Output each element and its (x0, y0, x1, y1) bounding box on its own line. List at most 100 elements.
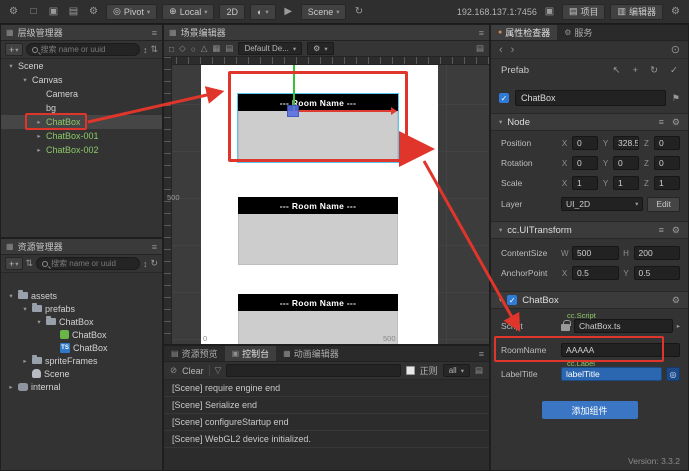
chevron-right-icon[interactable]: ▸ (21, 357, 29, 365)
chatbox-001-node-visual[interactable]: --- Room Name --- (238, 197, 398, 265)
regex-checkbox[interactable] (405, 366, 415, 375)
grid-visibility-icon[interactable]: ▦ (212, 43, 220, 54)
chevron-right-icon[interactable]: ▸ (7, 383, 15, 391)
gizmo-y-axis[interactable] (293, 63, 295, 111)
asset-folder-prefabs[interactable]: ▾ prefabs (1, 302, 162, 315)
hierarchy-node-canvas[interactable]: ▾ Canvas (1, 73, 162, 87)
chatbox-002-node-visual[interactable]: --- Room Name --- (238, 294, 398, 344)
edit-layer-button[interactable]: Edit (647, 196, 680, 212)
asset-folder-assets[interactable]: ▾ assets (1, 289, 162, 302)
uitransform-gear-icon[interactable]: ⚙ (672, 225, 680, 236)
hierarchy-node-chatbox-002[interactable]: ▸ ChatBox-002 (1, 143, 162, 157)
roomname-input[interactable]: AAAAA (561, 343, 680, 357)
chevron-down-icon[interactable]: ▾ (35, 318, 43, 326)
chevron-down-icon[interactable]: ▾ (499, 226, 502, 234)
asset-folder-chatbox[interactable]: ▾ ChatBox (1, 315, 162, 328)
tab-services[interactable]: ⚙ 服务 (557, 25, 599, 40)
display-icon[interactable]: ▤ (66, 4, 81, 19)
uitransform-menu-icon[interactable]: ≡ (659, 225, 664, 236)
mode-2d-button[interactable]: 2D (219, 3, 245, 20)
gizmo-xy-plane-handle[interactable] (287, 105, 299, 117)
open-editor-button[interactable]: ▥ 编辑器 (610, 3, 663, 20)
preferences-icon[interactable]: ⚙ (86, 4, 101, 19)
scene-settings-dropdown[interactable]: ⚙ ▾ (307, 42, 334, 55)
position-z-input[interactable]: 0 (654, 136, 680, 150)
scale-z-input[interactable]: 1 (654, 176, 680, 190)
sort-assets-icon[interactable]: ⇅ (26, 258, 34, 269)
node-name-input[interactable]: ChatBox (515, 90, 666, 106)
console-filter[interactable] (226, 364, 401, 377)
caret-right-icon[interactable]: ▸ (677, 322, 680, 330)
asset-prefab-chatbox[interactable]: ChatBox (1, 328, 162, 341)
node-active-checkbox[interactable]: ✓ (499, 93, 509, 103)
node-menu-icon[interactable]: ≡ (659, 117, 664, 128)
tab-inspector[interactable]: ● 属性检查器 (491, 25, 558, 40)
contentsize-h-input[interactable]: 200 (633, 246, 680, 260)
scale-y-input[interactable]: 1 (613, 176, 639, 190)
refresh-assets-icon[interactable]: ↻ (150, 258, 158, 269)
hierarchy-search-input[interactable] (40, 45, 134, 54)
rotation-z-input[interactable]: 0 (654, 156, 680, 170)
clear-label[interactable]: Clear (182, 366, 204, 376)
scene-menu-icon[interactable]: ≡ (479, 28, 484, 38)
expand-icon[interactable]: □ (26, 4, 41, 19)
export-log-icon[interactable]: ▤ (475, 365, 483, 376)
chevron-down-icon[interactable]: ▾ (21, 76, 29, 84)
scene-viewport[interactable]: 500 --- Room Name --- --- Room Name --- (164, 57, 489, 344)
console-filter-input[interactable] (227, 365, 400, 376)
anchorpoint-x-input[interactable]: 0.5 (572, 266, 619, 280)
hierarchy-node-chatbox[interactable]: ▸ ChatBox (1, 113, 162, 130)
gizmo-x-axis[interactable] (299, 110, 391, 112)
rotate-snap-icon[interactable]: ◇ (179, 43, 186, 54)
tab-asset-preview[interactable]: ▤ 资源预览 (164, 346, 225, 361)
hierarchy-menu-icon[interactable]: ≡ (152, 28, 157, 38)
hierarchy-search[interactable] (25, 43, 140, 56)
prefab-locate-icon[interactable]: + (633, 65, 639, 76)
globe-dropdown[interactable]: ◐ ▾ (249, 3, 276, 20)
scene-canvas[interactable]: --- Room Name --- --- Room Name --- --- … (201, 63, 438, 344)
script-reference-field[interactable]: ChatBox.ts (574, 319, 673, 333)
labeltitle-reference-field[interactable]: labelTitle (561, 367, 662, 381)
hierarchy-node-chatbox-001[interactable]: ▸ ChatBox-001 (1, 129, 162, 143)
component-gear-icon[interactable]: ⚙ (672, 295, 680, 306)
clear-console-icon[interactable]: ⊘ (170, 365, 177, 376)
create-asset-button[interactable]: + ▾ (5, 257, 23, 270)
console-log-list[interactable]: [Scene] require engine end [Scene] Seria… (164, 380, 489, 470)
chevron-down-icon[interactable]: ▾ (7, 292, 15, 300)
position-y-input[interactable]: 328.5 (613, 136, 639, 150)
grid-snap-icon[interactable]: □ (169, 44, 174, 54)
assets-search-input[interactable] (51, 259, 134, 268)
chevron-down-icon[interactable]: ▾ (499, 118, 502, 126)
rotation-x-input[interactable]: 0 (572, 156, 598, 170)
prefab-apply-icon[interactable]: ✓ (670, 65, 678, 76)
layer-dropdown[interactable]: UI_2D ▾ (561, 197, 644, 211)
refresh-icon[interactable]: ↻ (351, 4, 366, 19)
bookmark-icon[interactable]: ⚑ (672, 93, 680, 104)
preview-url[interactable]: 192.168.137.1:7456 (457, 7, 537, 17)
scale-x-input[interactable]: 1 (572, 176, 598, 190)
asset-folder-spriteframes[interactable]: ▸ spriteFrames (1, 354, 162, 367)
gizmo-icon[interactable]: ▤ (225, 43, 233, 54)
add-component-button[interactable]: 添加组件 (541, 401, 638, 419)
hierarchy-more-icon[interactable]: ⇅ (150, 44, 158, 55)
assets-menu-icon[interactable]: ≡ (152, 242, 157, 252)
chevron-right-icon[interactable]: ▸ (35, 146, 43, 154)
expand-collapse-icon[interactable]: ↕ (143, 45, 148, 55)
asset-folder-internal[interactable]: ▸ internal (1, 380, 162, 393)
pivot-snap-icon[interactable]: ○ (191, 44, 196, 54)
prefab-unlink-icon[interactable]: ↖ (613, 65, 621, 76)
contentsize-w-input[interactable]: 500 (572, 246, 619, 260)
device-dropdown[interactable]: Default De... ▾ (238, 42, 303, 55)
copy-url-icon[interactable]: ▣ (542, 4, 557, 19)
component-enabled-checkbox[interactable]: ✓ (507, 295, 518, 305)
asset-script-chatbox[interactable]: TS ChatBox (1, 341, 162, 354)
layout-icon[interactable]: ▣ (46, 4, 61, 19)
chevron-down-icon[interactable]: ▾ (499, 296, 502, 304)
uitransform-section-header[interactable]: ▾ cc.UITransform ≡ ⚙ (491, 221, 688, 239)
history-back-icon[interactable]: ‹ (499, 44, 503, 56)
chevron-right-icon[interactable]: ▸ (35, 118, 43, 126)
vertex-snap-icon[interactable]: △ (201, 43, 208, 54)
tab-animation-editor[interactable]: ▦ 动画编辑器 (276, 346, 346, 361)
node-gear-icon[interactable]: ⚙ (672, 117, 680, 128)
log-level-dropdown[interactable]: all ▾ (442, 364, 470, 377)
